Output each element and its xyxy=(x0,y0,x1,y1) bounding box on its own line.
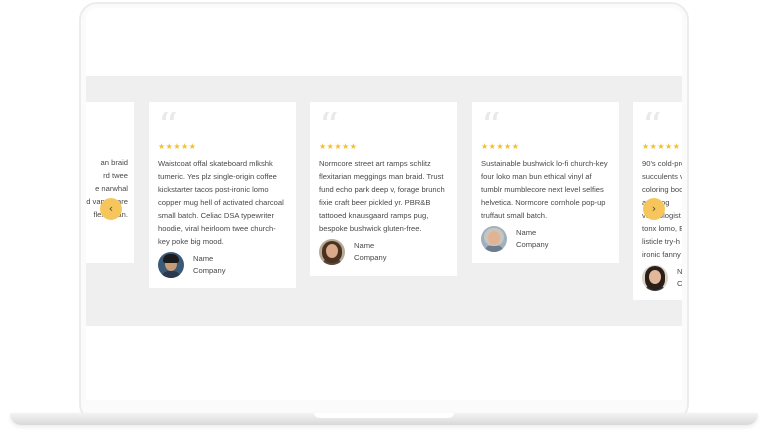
testimonial-text: Sustainable bushwick lo-fi church-key fo… xyxy=(481,159,608,220)
author-company: C xyxy=(677,279,682,288)
laptop-base-notch xyxy=(314,413,454,418)
testimonial-text: Waistcoat offal skateboard mlkshk tumeri… xyxy=(158,159,284,246)
star-rating: ★★★★★ xyxy=(642,142,681,151)
testimonial-author: Name Company xyxy=(158,252,287,278)
carousel-prev-button[interactable]: ‹ xyxy=(100,198,122,220)
author-name: Name xyxy=(516,228,537,237)
laptop-screen: an braid rd twee e narwhal d vaporware f… xyxy=(86,8,682,400)
author-name: Name xyxy=(354,241,375,250)
avatar xyxy=(158,252,184,278)
author-name: N xyxy=(677,267,682,276)
quote-mark-icon: “ xyxy=(319,112,448,134)
star-rating: ★★★★★ xyxy=(481,142,520,151)
author-company: Company xyxy=(354,253,387,262)
author-name: Name xyxy=(193,254,214,263)
testimonial-card: “ ★★★★★ Normcore street art ramps schlit… xyxy=(310,102,457,276)
quote-mark-icon: “ xyxy=(158,112,287,134)
testimonial-text: Normcore street art ramps schlitz flexit… xyxy=(319,159,445,233)
star-rating: ★★★★★ xyxy=(158,142,197,151)
avatar xyxy=(642,265,668,291)
avatar xyxy=(319,239,345,265)
carousel-next-button[interactable]: › xyxy=(643,198,665,220)
testimonial-author: Name Company xyxy=(481,226,610,252)
testimonial-author: N C xyxy=(642,265,682,291)
testimonial-card: “ ★★★★★ Sustainable bushwick lo-fi churc… xyxy=(472,102,619,263)
author-company: Company xyxy=(193,266,226,275)
author-company: Company xyxy=(516,240,549,249)
chevron-left-icon: ‹ xyxy=(108,202,114,215)
star-rating: ★★★★★ xyxy=(319,142,358,151)
testimonial-author: Name Company xyxy=(319,239,448,265)
chevron-right-icon: › xyxy=(651,202,657,215)
testimonial-card: “ ★★★★★ Waistcoat offal skateboard mlksh… xyxy=(149,102,296,288)
testimonial-card: an braid rd twee e narwhal d vaporware f… xyxy=(86,102,134,263)
avatar xyxy=(481,226,507,252)
quote-mark-icon: “ xyxy=(481,112,610,134)
testimonial-carousel: an braid rd twee e narwhal d vaporware f… xyxy=(86,76,682,326)
quote-mark-icon: “ xyxy=(642,112,682,134)
